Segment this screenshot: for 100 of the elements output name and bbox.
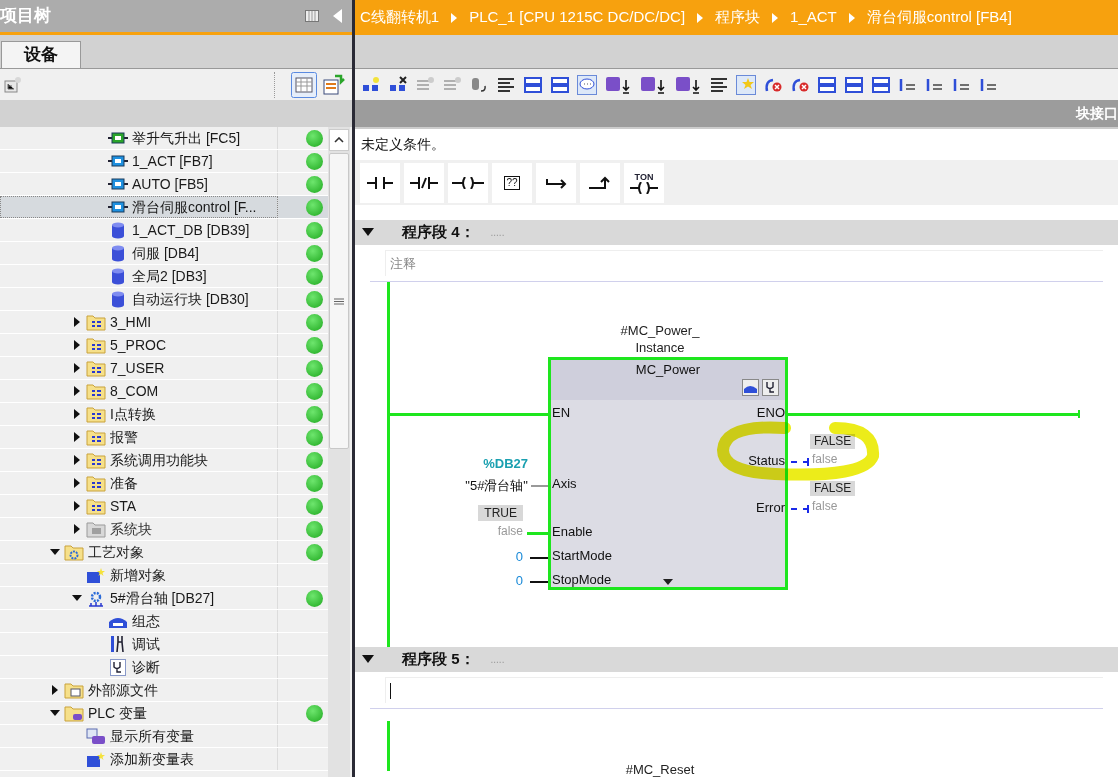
tree-item[interactable]: 系统调用功能块 bbox=[0, 449, 278, 471]
stethoscope-icon bbox=[110, 658, 126, 676]
favorites-icon[interactable] bbox=[736, 74, 756, 95]
tree-item[interactable]: 报警 bbox=[0, 426, 278, 448]
collapse-arrow-icon[interactable] bbox=[71, 593, 82, 603]
tree-item[interactable]: 组态 bbox=[0, 610, 278, 632]
tree-item[interactable]: 7_USER bbox=[0, 357, 278, 379]
expand-arrow-icon[interactable] bbox=[71, 317, 82, 327]
instruction-button[interactable] bbox=[404, 162, 444, 203]
negated-contact-icon bbox=[410, 176, 438, 189]
expand-arrow-icon[interactable] bbox=[49, 685, 60, 695]
tree-item[interactable]: 全局2 [DB3] bbox=[0, 265, 278, 287]
tree-item[interactable]: 系统块 bbox=[0, 518, 278, 540]
instruction-button[interactable]: TON bbox=[624, 162, 664, 203]
expand-arrow-icon[interactable] bbox=[71, 524, 82, 534]
operand-address: %DB27 bbox=[483, 455, 528, 474]
scroll-up-icon[interactable] bbox=[334, 137, 344, 143]
tree-item[interactable]: 准备 bbox=[0, 472, 278, 494]
collapse-arrow-icon[interactable] bbox=[362, 228, 374, 237]
stethoscope-icon[interactable] bbox=[762, 379, 779, 396]
tree-item[interactable]: 伺服 [DB4] bbox=[0, 242, 278, 264]
expand-arrow-icon[interactable] bbox=[71, 363, 82, 373]
grip-icon[interactable] bbox=[334, 297, 344, 305]
tag-download-icon[interactable] bbox=[604, 74, 632, 95]
pin-label: ENO bbox=[756, 405, 785, 421]
tree-item[interactable]: 添加新变量表 bbox=[0, 748, 278, 770]
tree-item[interactable]: STA bbox=[0, 495, 278, 517]
tree-item[interactable]: I点转换 bbox=[0, 403, 278, 425]
tree-item[interactable]: 举升气升出 [FC5] bbox=[0, 127, 278, 149]
status-value: FALSE bbox=[810, 481, 856, 497]
actual-value: 0 bbox=[515, 548, 523, 565]
tree-item[interactable]: 8_COM bbox=[0, 380, 278, 402]
folder-icon bbox=[86, 451, 106, 469]
expand-arrow-icon[interactable] bbox=[71, 478, 82, 488]
expand-arrow-icon[interactable] bbox=[71, 340, 82, 350]
window-icon[interactable] bbox=[871, 74, 891, 95]
comment-field[interactable] bbox=[385, 677, 1103, 703]
toolbox-icon[interactable] bbox=[742, 379, 759, 396]
folder-icon bbox=[86, 474, 106, 492]
title-placeholder: ..... bbox=[490, 226, 505, 240]
tree-item[interactable]: PLC 变量 bbox=[0, 702, 278, 724]
tree-item[interactable]: 5_PROC bbox=[0, 334, 278, 356]
collapse-arrow-icon[interactable] bbox=[49, 708, 60, 718]
database-icon bbox=[111, 290, 125, 308]
tree-item[interactable]: 显示所有变量 bbox=[0, 725, 278, 747]
layout-icon[interactable] bbox=[305, 10, 319, 22]
window-icon[interactable] bbox=[523, 74, 543, 95]
expand-arrow-icon[interactable] bbox=[71, 386, 82, 396]
contact-icon bbox=[367, 176, 393, 189]
expand-arrow-icon[interactable] bbox=[71, 455, 82, 465]
instruction-button[interactable] bbox=[536, 162, 576, 203]
empty-box: ?? bbox=[504, 175, 520, 190]
instruction-button[interactable]: ?? bbox=[492, 162, 532, 203]
folder-icon bbox=[86, 497, 106, 515]
block-icon bbox=[108, 178, 128, 190]
collapse-arrow-icon[interactable] bbox=[49, 547, 60, 557]
expand-arrow-icon[interactable] bbox=[71, 409, 82, 419]
pin-label: Enable bbox=[552, 524, 593, 540]
network-header[interactable]: 程序段 5： ..... bbox=[355, 647, 1118, 672]
tree-item[interactable]: 1_ACT_DB [DB39] bbox=[0, 219, 278, 241]
tree-item[interactable]: 诊断 bbox=[0, 656, 278, 678]
tree-item[interactable]: 工艺对象 bbox=[0, 541, 278, 563]
tree-item[interactable]: 调试 bbox=[0, 633, 278, 655]
add-object-icon bbox=[86, 750, 106, 768]
tab[interactable]: 设备 bbox=[1, 41, 81, 68]
instruction-button[interactable] bbox=[448, 162, 488, 203]
tree-item[interactable]: 自动运行块 [DB30] bbox=[0, 288, 278, 310]
instance-name: #MC_Reset bbox=[625, 761, 695, 777]
tag-download-icon[interactable] bbox=[674, 74, 702, 95]
folder-icon bbox=[86, 520, 106, 538]
table-export-icon[interactable] bbox=[323, 73, 345, 96]
expand-arrow-icon[interactable] bbox=[71, 432, 82, 442]
tree-item[interactable]: AUTO [FB5] bbox=[0, 173, 278, 195]
expand-arrow-icon[interactable] bbox=[71, 501, 82, 511]
network-header[interactable]: 程序段 4： ..... bbox=[355, 220, 1118, 245]
coil-icon bbox=[630, 181, 658, 194]
open-branch-icon bbox=[545, 176, 567, 189]
tree-item[interactable]: 新增对象 bbox=[0, 564, 278, 586]
scrollbar[interactable] bbox=[328, 127, 350, 777]
instruction-button[interactable] bbox=[580, 162, 620, 203]
tree-item[interactable]: 1_ACT [FB7] bbox=[0, 150, 278, 172]
folder-icon bbox=[86, 382, 106, 400]
window-icon[interactable] bbox=[550, 74, 570, 95]
instruction-button[interactable] bbox=[360, 162, 400, 203]
block-icon bbox=[108, 201, 128, 213]
comment-field[interactable]: 注释 bbox=[385, 250, 1103, 276]
collapse-arrow-icon[interactable] bbox=[362, 655, 374, 664]
actual-value: false bbox=[812, 499, 838, 515]
window-icon[interactable] bbox=[844, 74, 864, 95]
tree-item[interactable]: 外部源文件 bbox=[0, 679, 278, 701]
panel-title: 项目树 bbox=[0, 5, 51, 28]
comment-icon[interactable] bbox=[577, 74, 597, 95]
tree-item[interactable]: 3_HMI bbox=[0, 311, 278, 333]
tree-item[interactable]: 5#滑台轴 [DB27] bbox=[0, 587, 278, 609]
new-item-icon[interactable] bbox=[3, 74, 23, 95]
caret-icon[interactable] bbox=[663, 579, 673, 585]
table-view-icon[interactable] bbox=[291, 71, 317, 98]
close-branch-icon bbox=[589, 175, 611, 190]
window-icon[interactable] bbox=[817, 74, 837, 95]
tag-download-icon[interactable] bbox=[639, 74, 667, 95]
